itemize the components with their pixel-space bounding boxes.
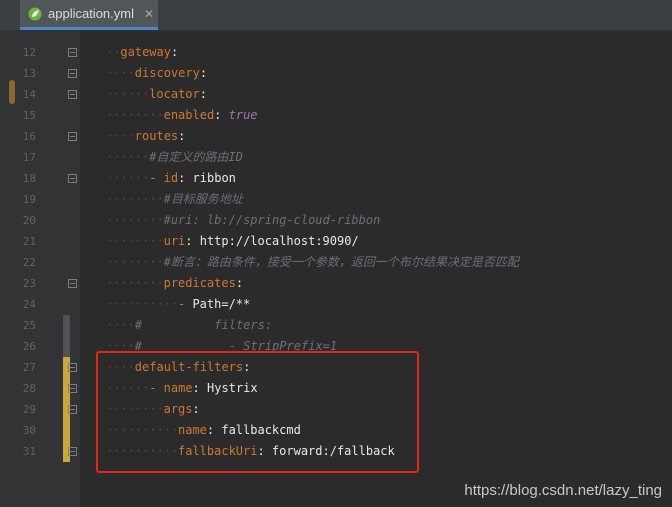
code-token: locator: [149, 87, 200, 101]
code-line: # filters:: [135, 315, 272, 336]
indent-dots: ········: [106, 234, 164, 248]
line-number: 14: [22, 88, 36, 101]
highlight-annotation-box: [96, 351, 419, 473]
scroll-marker[interactable]: [9, 80, 15, 104]
line-number: 22: [22, 256, 36, 269]
indent-dots: ······: [106, 171, 150, 185]
indent-dots: ····: [106, 318, 135, 332]
indent-dots: ········: [106, 192, 164, 206]
line-number: 28: [22, 382, 36, 395]
code-token: :: [199, 87, 207, 101]
code-line: #自定义的路由ID: [149, 147, 243, 168]
code-token: #目标服务地址: [163, 192, 243, 206]
code-token: uri: [163, 234, 186, 248]
fold-icon[interactable]: [68, 48, 77, 57]
code-line: uri: http://localhost:9090/: [164, 231, 359, 252]
watermark: https://blog.csdn.net/lazy_ting: [464, 482, 662, 499]
code-line: predicates:: [164, 273, 243, 294]
fold-icon[interactable]: [68, 174, 77, 183]
code-token: :: [178, 129, 186, 143]
tab-application-yml[interactable]: application.yml ✕: [20, 0, 158, 30]
code-token: #断言：路由条件，接受一个参数，返回一个布尔结果决定是否匹配: [163, 255, 519, 269]
indent-dots: ····: [106, 129, 135, 143]
line-number: 20: [22, 214, 36, 227]
indent-dots: ········: [106, 108, 164, 122]
code-token: : http://localhost:9090/: [185, 234, 359, 248]
line-number: 18: [22, 172, 36, 185]
line-number: 27: [22, 361, 36, 374]
code-token: #自定义的路由ID: [149, 150, 243, 164]
spring-leaf-icon: [28, 7, 42, 21]
indent-dots: ········: [106, 255, 164, 269]
code-token: predicates: [163, 276, 236, 290]
code-token: # filters:: [134, 318, 273, 332]
code-token: :: [199, 66, 208, 80]
code-token: discovery: [134, 66, 200, 80]
fold-icon[interactable]: [68, 447, 77, 456]
code-token: true: [228, 108, 258, 122]
change-marker: [63, 315, 70, 336]
code-line: - Path=/**: [178, 294, 250, 315]
change-marker: [63, 420, 70, 441]
fold-icon[interactable]: [68, 132, 77, 141]
line-number: 30: [22, 424, 36, 437]
line-number: 17: [22, 151, 36, 164]
code-line: discovery:: [135, 63, 207, 84]
indent-dots: ··: [106, 45, 121, 59]
indent-dots: ········: [106, 213, 164, 227]
line-number: 29: [22, 403, 36, 416]
fold-icon[interactable]: [68, 363, 77, 372]
line-number: 15: [22, 109, 36, 122]
line-number: 25: [22, 319, 36, 332]
code-line: enabled: true: [164, 105, 258, 126]
fold-icon[interactable]: [68, 384, 77, 393]
code-line: gateway:: [120, 42, 178, 63]
line-number: 19: [22, 193, 36, 206]
code-token: -: [178, 297, 193, 311]
code-line: locator:: [149, 84, 207, 105]
code-token: :: [235, 276, 244, 290]
code-token: gateway: [120, 45, 171, 59]
indent-dots: ····: [106, 66, 135, 80]
line-number: 23: [22, 277, 36, 290]
tab-label: application.yml: [48, 6, 134, 21]
code-token: Path=/**: [192, 297, 251, 311]
code-token: routes: [134, 129, 179, 143]
code-token: enabled: [163, 108, 215, 122]
code-token: : ribbon: [178, 171, 236, 185]
line-number: 24: [22, 298, 36, 311]
tool-strip: [0, 31, 20, 507]
indent-dots: ······: [106, 87, 150, 101]
code-line: #断言：路由条件，接受一个参数，返回一个布尔结果决定是否匹配: [164, 252, 519, 273]
indent-dots: ··········: [106, 297, 179, 311]
code-line: #目标服务地址: [164, 189, 243, 210]
code-token: id: [163, 171, 179, 185]
line-number: 21: [22, 235, 36, 248]
fold-icon[interactable]: [68, 405, 77, 414]
editor-tab-bar: application.yml ✕: [0, 0, 672, 31]
close-icon[interactable]: ✕: [144, 7, 154, 21]
line-number: 31: [22, 445, 36, 458]
line-number: 13: [22, 67, 36, 80]
code-line: routes:: [135, 126, 186, 147]
line-number: 12: [22, 46, 36, 59]
code-token: -: [149, 171, 164, 185]
line-number: 16: [22, 130, 36, 143]
indent-dots: ······: [106, 150, 150, 164]
code-token: :: [214, 108, 229, 122]
indent-dots: ········: [106, 276, 164, 290]
code-line: #uri: lb://spring-cloud-ribbon: [164, 210, 381, 231]
code-token: :: [170, 45, 179, 59]
line-number: 26: [22, 340, 36, 353]
fold-icon[interactable]: [68, 69, 77, 78]
fold-icon[interactable]: [68, 279, 77, 288]
fold-icon[interactable]: [68, 90, 77, 99]
code-token: #uri: lb://spring-cloud-ribbon: [163, 213, 381, 227]
code-line: - id: ribbon: [149, 168, 236, 189]
change-marker: [63, 336, 70, 357]
